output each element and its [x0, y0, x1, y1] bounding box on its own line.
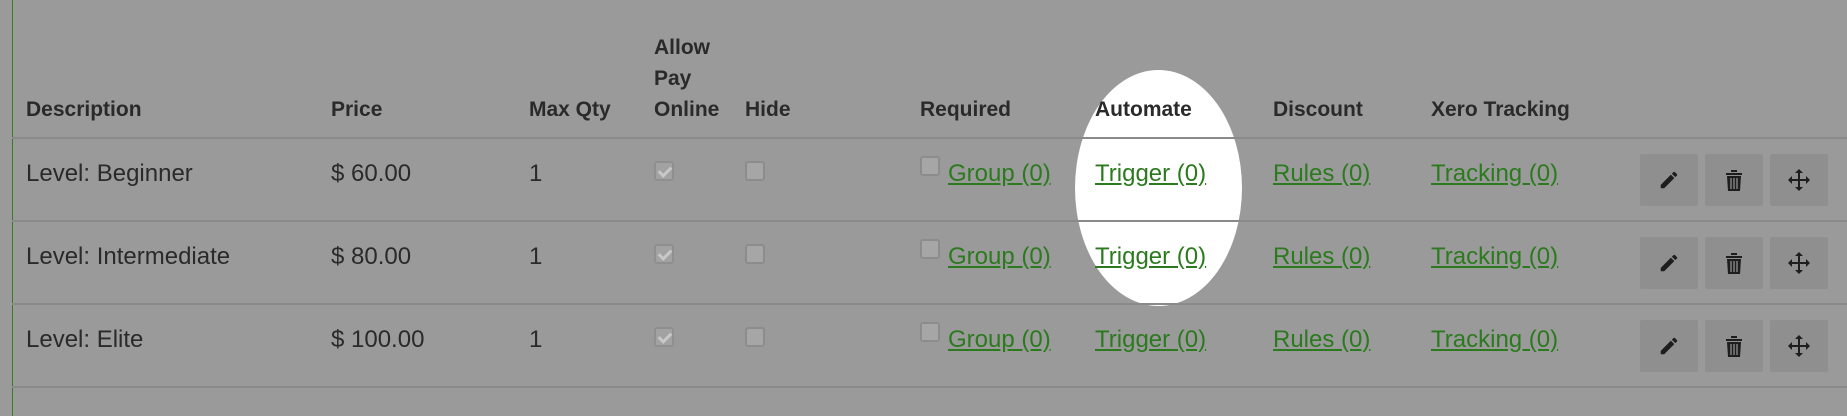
table-row: Level: Elite $ 100.00 1 Group (0) Trigge… — [12, 304, 1847, 388]
required-checkbox[interactable] — [920, 239, 940, 259]
edit-button[interactable] — [1640, 236, 1698, 289]
row-description: Level: Beginner — [26, 159, 193, 187]
required-checkbox[interactable] — [920, 156, 940, 176]
col-header-max-qty: Max Qty — [515, 0, 640, 139]
row-max-qty: 1 — [529, 325, 543, 353]
pencil-icon — [1660, 337, 1678, 354]
tracking-link[interactable]: Tracking (0) — [1431, 160, 1558, 187]
hide-checkbox[interactable] — [745, 326, 765, 347]
required-checkbox[interactable] — [920, 322, 940, 342]
delete-button[interactable] — [1705, 319, 1763, 372]
col-header-hide: Hide — [731, 0, 906, 139]
tracking-link[interactable]: Tracking (0) — [1431, 326, 1558, 353]
row-price: $ 80.00 — [331, 242, 412, 270]
edit-button[interactable] — [1640, 319, 1698, 372]
col-header-required: Required — [906, 0, 1081, 139]
trigger-link[interactable]: Trigger (0) — [1095, 160, 1206, 187]
allow-pay-online-checkbox[interactable] — [654, 243, 674, 264]
col-header-xero-tracking: Xero Tracking — [1417, 0, 1601, 139]
trash-icon — [1726, 335, 1742, 357]
row-actions — [1615, 319, 1847, 372]
allow-pay-online-checkbox[interactable] — [654, 160, 674, 181]
col-header-description: Description — [12, 0, 317, 139]
row-max-qty: 1 — [529, 242, 543, 270]
row-max-qty: 1 — [529, 159, 543, 187]
row-description: Level: Intermediate — [26, 242, 231, 270]
edit-button[interactable] — [1640, 153, 1698, 206]
row-price: $ 60.00 — [331, 159, 412, 187]
move-button[interactable] — [1770, 153, 1828, 206]
row-actions — [1615, 153, 1847, 206]
tracking-link[interactable]: Tracking (0) — [1431, 243, 1558, 270]
move-arrows-icon — [1788, 334, 1810, 357]
move-button[interactable] — [1770, 319, 1828, 372]
rules-link[interactable]: Rules (0) — [1273, 326, 1370, 353]
pencil-icon — [1660, 171, 1678, 188]
row-description: Level: Elite — [26, 325, 144, 353]
ticket-levels-table: Description Price Max Qty Allow Pay Onli… — [12, 0, 1847, 388]
row-price: $ 100.00 — [331, 325, 425, 353]
hide-checkbox[interactable] — [745, 243, 765, 264]
trigger-link[interactable]: Trigger (0) — [1095, 326, 1206, 353]
rules-link[interactable]: Rules (0) — [1273, 160, 1370, 187]
col-header-discount: Discount — [1259, 0, 1417, 139]
trigger-link[interactable]: Trigger (0) — [1095, 243, 1206, 270]
group-link[interactable]: Group (0) — [948, 160, 1051, 188]
rules-link[interactable]: Rules (0) — [1273, 243, 1370, 270]
trash-icon — [1726, 252, 1742, 274]
table-row: Level: Intermediate $ 80.00 1 Group (0) … — [12, 221, 1847, 305]
move-button[interactable] — [1770, 236, 1828, 289]
pencil-icon — [1660, 254, 1678, 271]
trash-icon — [1726, 169, 1742, 191]
col-header-allow-pay-online: Allow Pay Online — [640, 0, 731, 139]
hide-checkbox[interactable] — [745, 160, 765, 181]
table-row: Level: Beginner $ 60.00 1 Group (0) Trig… — [12, 138, 1847, 222]
allow-pay-online-checkbox[interactable] — [654, 326, 674, 347]
delete-button[interactable] — [1705, 153, 1763, 206]
move-arrows-icon — [1788, 168, 1810, 191]
col-header-price: Price — [317, 0, 515, 139]
row-actions — [1615, 236, 1847, 289]
col-header-automate: Automate — [1081, 0, 1259, 139]
table-header-row: Description Price Max Qty Allow Pay Onli… — [12, 0, 1847, 139]
delete-button[interactable] — [1705, 236, 1763, 289]
group-link[interactable]: Group (0) — [948, 326, 1051, 354]
group-link[interactable]: Group (0) — [948, 243, 1051, 271]
col-header-actions — [1601, 0, 1847, 139]
move-arrows-icon — [1788, 251, 1810, 274]
